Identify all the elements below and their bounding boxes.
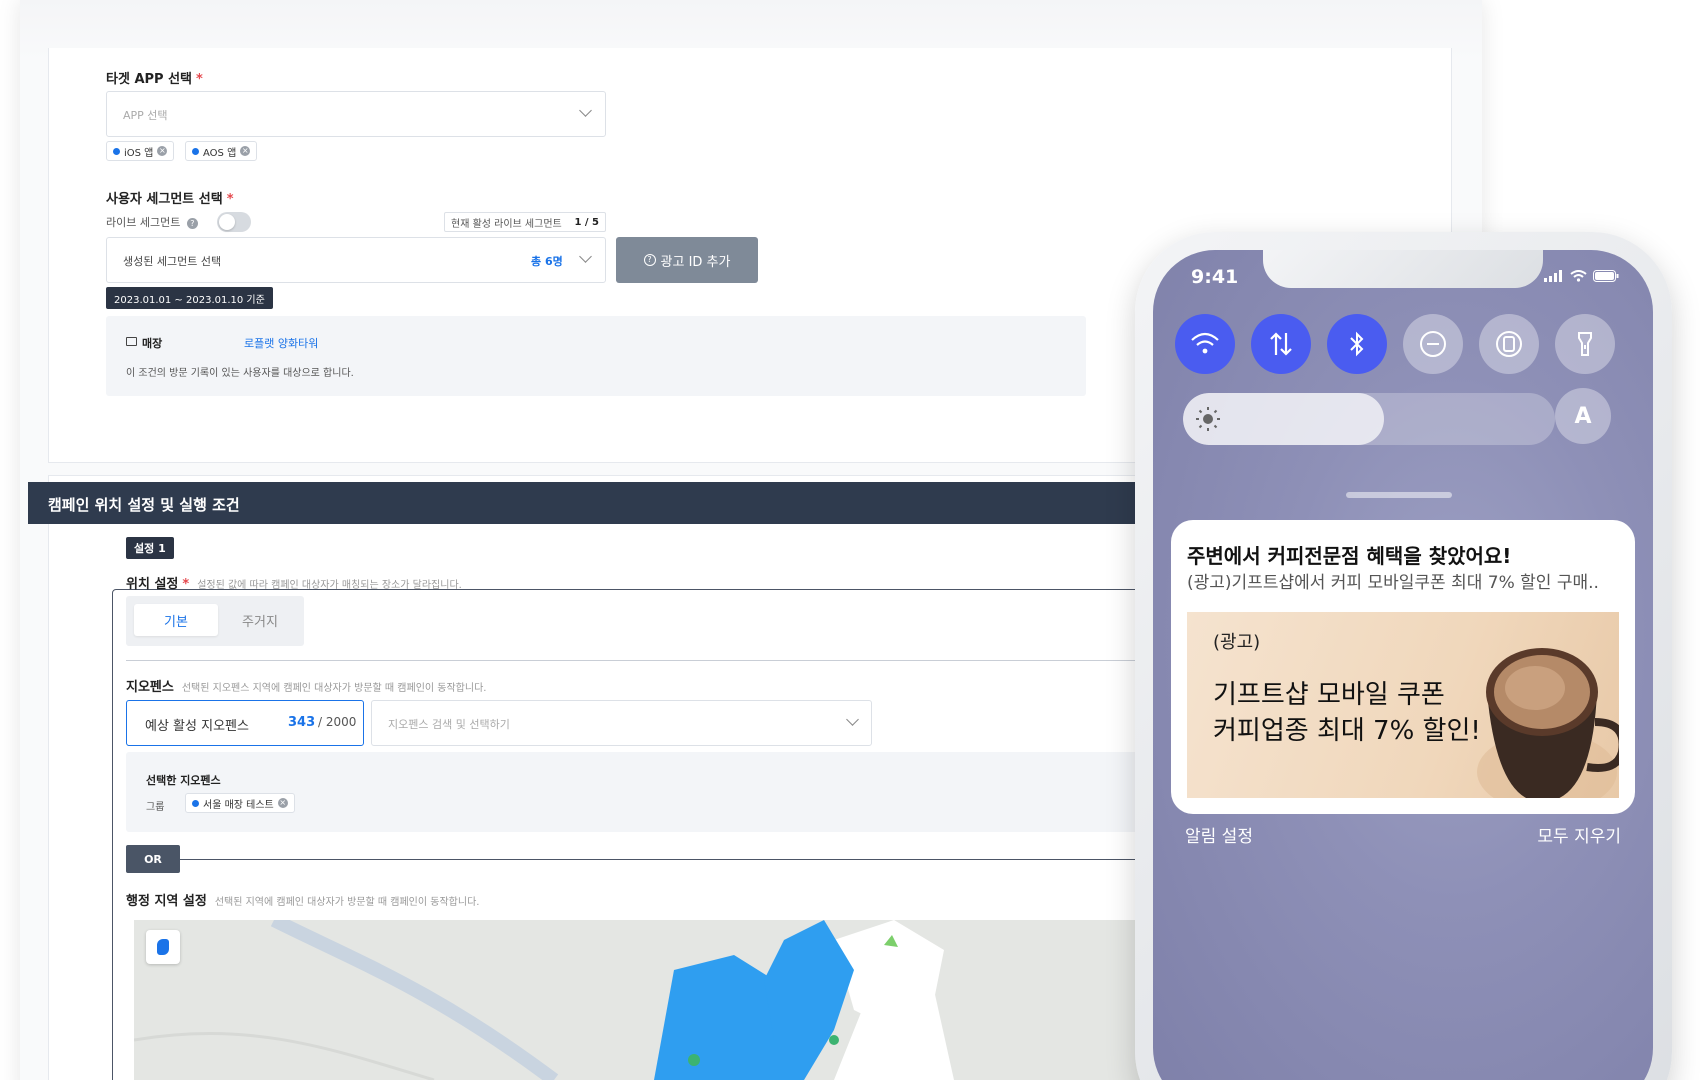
- notification-settings-link[interactable]: 알림 설정: [1185, 822, 1253, 847]
- bluetooth-icon: [1350, 331, 1364, 357]
- wifi-status-icon: [1570, 270, 1587, 282]
- chip-ios[interactable]: iOS 앱 ×: [106, 141, 175, 161]
- korea-map-icon: [157, 939, 169, 955]
- notification-title: 주변에서 커피전문점 혜택을 찾았어요!: [1187, 544, 1512, 568]
- android-icon: [192, 147, 199, 155]
- admin-region-label: 행정 지역 설정 선택된 지역에 캠페인 대상자가 방문할 때 캠페인이 동작합니…: [126, 894, 480, 909]
- store-value-link[interactable]: 로플랫 양화타워: [244, 335, 318, 351]
- chevron-down-icon: [579, 250, 592, 263]
- add-ad-id-button[interactable]: ? 광고 ID 추가: [616, 237, 758, 283]
- ad-image-line1: 기프트샵 모바일 쿠폰: [1213, 680, 1445, 710]
- geofence-count-value: 343: [288, 715, 316, 730]
- apple-icon: [192, 799, 199, 807]
- chip-aos[interactable]: AOS 앱 ×: [185, 141, 258, 161]
- segment-select[interactable]: 생성된 세그먼트 선택 총 6명: [106, 237, 606, 283]
- brightness-slider[interactable]: [1183, 393, 1555, 445]
- store-label: 매장: [142, 337, 163, 350]
- notification-ad-image: (광고) 기프트샵 모바일 쿠폰 커피업종 최대 7% 할인!: [1187, 612, 1619, 798]
- location-setting-label: 위치 설정 * 설정된 값에 따라 캠페인 대상자가 매칭되는 장소가 달라집니다.: [126, 577, 462, 592]
- chip-aos-label: AOS 앱: [203, 147, 237, 159]
- control-wifi[interactable]: [1175, 314, 1235, 374]
- control-rotation-lock[interactable]: [1479, 314, 1539, 374]
- help-circle-icon: ?: [643, 254, 656, 266]
- remove-icon[interactable]: ×: [240, 146, 251, 156]
- group-chip[interactable]: 서울 매장 테스트 ×: [185, 793, 295, 813]
- map-zoom-control[interactable]: [146, 930, 180, 964]
- chevron-down-icon: [846, 713, 859, 726]
- selected-geofence-label: 선택한 지오펜스: [146, 774, 221, 787]
- geofence-label: 지오펜스 선택된 지오펜스 지역에 캠페인 대상자가 방문할 때 캠페인이 동작합…: [126, 680, 487, 695]
- store-description: 이 조건의 방문 기록이 있는 사용자를 대상으로 합니다.: [126, 368, 354, 379]
- store-icon: [126, 337, 137, 346]
- or-tag: OR: [126, 845, 180, 873]
- info-icon: ?: [186, 218, 198, 229]
- group-chip-label: 서울 매장 테스트: [203, 799, 274, 811]
- control-dnd[interactable]: [1403, 314, 1463, 374]
- sun-icon: [1196, 407, 1220, 431]
- coffee-cup-image: [1477, 648, 1619, 798]
- phone-notch: [1263, 250, 1543, 288]
- segment-total: 총 6명: [531, 255, 563, 268]
- chevron-down-icon: [579, 104, 592, 117]
- notification-body: (광고)기프트샵에서 커피 모바일쿠폰 최대 7% 할인 구매..: [1187, 573, 1599, 593]
- apple-icon: [113, 147, 120, 155]
- live-segment-label: 라이브 세그먼트 ?: [106, 214, 198, 230]
- home-indicator: [1346, 492, 1452, 498]
- live-counter-label: 현재 활성 라이브 세그먼트: [451, 218, 562, 230]
- segment-label: 사용자 세그먼트 선택 *: [106, 192, 234, 207]
- flashlight-icon: [1578, 332, 1592, 356]
- app-select[interactable]: APP 선택: [106, 91, 606, 137]
- wifi-icon: [1191, 332, 1219, 354]
- stage: 타겟 APP 선택 * APP 선택 iOS 앱 × AOS 앱 × 사용자 세그…: [0, 0, 1700, 1080]
- location-option-basic[interactable]: 기본: [134, 604, 218, 636]
- date-range-tag: 2023.01.01 ~ 2023.01.10 기준: [106, 287, 273, 309]
- geofence-search-placeholder: 지오펜스 검색 및 선택하기: [388, 718, 510, 731]
- clear-all-link[interactable]: 모두 지우기: [1537, 822, 1621, 847]
- data-transfer-icon: [1270, 332, 1292, 356]
- store-condition-box: 매장 로플랫 양화타워 이 조건의 방문 기록이 있는 사용자를 대상으로 합니…: [106, 316, 1086, 396]
- chip-ios-label: iOS 앱: [124, 147, 154, 159]
- geofence-count-max: / 2000: [318, 715, 357, 729]
- geofence-count-label: 예상 활성 지오펜스: [145, 719, 249, 734]
- rotation-lock-icon: [1496, 331, 1522, 357]
- setting-tag: 설정 1: [126, 537, 174, 559]
- signal-icon: [1544, 270, 1562, 282]
- auto-brightness-button[interactable]: A: [1555, 388, 1611, 444]
- control-cellular[interactable]: [1251, 314, 1311, 374]
- ad-image-line2: 커피업종 최대 7% 할인!: [1213, 716, 1481, 746]
- ad-image-tag: (광고): [1213, 632, 1261, 653]
- add-ad-id-label: 광고 ID 추가: [660, 254, 731, 270]
- group-label: 그룹: [146, 802, 165, 813]
- segment-select-placeholder: 생성된 세그먼트 선택: [123, 255, 222, 268]
- geofence-count-box: 예상 활성 지오펜스 343 / 2000: [126, 700, 364, 746]
- remove-icon[interactable]: ×: [277, 798, 288, 808]
- status-icons: [1544, 270, 1619, 282]
- geofence-search-select[interactable]: 지오펜스 검색 및 선택하기: [371, 700, 872, 746]
- status-time: 9:41: [1191, 266, 1239, 288]
- push-notification[interactable]: 주변에서 커피전문점 혜택을 찾았어요! (광고)기프트샵에서 커피 모바일쿠폰…: [1171, 520, 1635, 814]
- location-segmented-control: 기본 주거지: [126, 596, 304, 646]
- live-segment-counter: 현재 활성 라이브 세그먼트 1 / 5: [444, 212, 606, 232]
- phone-screen: 9:41 A 주변에서 커피전문점 혜택을 찾았어요! (광고)기프트샵에서 커…: [1153, 250, 1653, 1080]
- target-app-label: 타겟 APP 선택 *: [106, 72, 203, 87]
- do-not-disturb-icon: [1420, 331, 1446, 357]
- location-option-residence[interactable]: 주거지: [218, 604, 302, 636]
- live-counter-value: 1 / 5: [574, 216, 599, 228]
- app-select-placeholder: APP 선택: [123, 109, 168, 122]
- battery-icon: [1593, 270, 1619, 282]
- control-bluetooth[interactable]: [1327, 314, 1387, 374]
- remove-icon[interactable]: ×: [157, 146, 168, 156]
- control-flashlight[interactable]: [1555, 314, 1615, 374]
- live-segment-toggle[interactable]: [217, 212, 251, 232]
